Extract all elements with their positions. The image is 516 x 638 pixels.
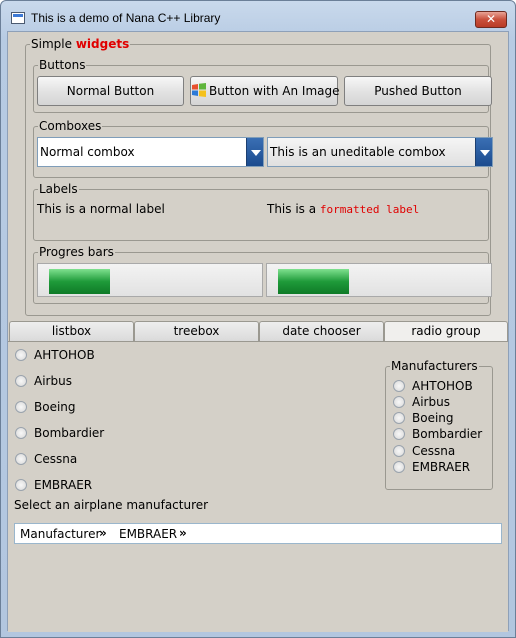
radio-button[interactable] (15, 453, 27, 465)
normal-label: This is a normal label (37, 202, 165, 216)
uneditable-combox[interactable]: This is an uneditable combox (267, 137, 493, 167)
formatted-label: This is a formatted label (267, 202, 420, 216)
comboxes-group-title: Comboxes (38, 119, 103, 133)
radio-label: Airbus (34, 374, 72, 388)
radio-button[interactable] (15, 479, 27, 491)
progress-fill-1 (49, 269, 110, 294)
progress-fill-2 (278, 269, 349, 294)
manufacturers-group: Manufacturers AHTOHOB Airbus Boeing Bomb… (385, 359, 493, 490)
radio-button[interactable] (15, 427, 27, 439)
progress-bars-group-title: Progres bars (38, 245, 115, 259)
radio-button[interactable] (393, 445, 405, 457)
radio-button[interactable] (15, 349, 27, 361)
radio-button[interactable] (393, 428, 405, 440)
app-window: This is a demo of Nana C++ Library ✕ Sim… (0, 0, 516, 638)
comboxes-group: Comboxes Normal combox This is an unedit… (33, 119, 493, 178)
breadcrumb-item-embraer[interactable]: EMBRAER (119, 527, 177, 541)
breadcrumb-separator-icon[interactable]: » (99, 526, 107, 540)
progress-bar-1 (37, 263, 263, 297)
tab-listbox[interactable]: listbox (9, 321, 134, 341)
uneditable-combox-text: This is an uneditable combox (270, 145, 446, 159)
radio-button[interactable] (15, 375, 27, 387)
chevron-down-icon[interactable] (246, 138, 263, 166)
radio-label: EMBRAER (412, 460, 471, 474)
progress-bars-group: Progres bars (33, 245, 492, 304)
tab-radio-group[interactable]: radio group (384, 321, 508, 341)
breadcrumb-item-manufacturer[interactable]: Manufacturer (20, 527, 100, 541)
radio-label: AHTOHOB (412, 379, 473, 393)
tab-date-chooser[interactable]: date chooser (259, 321, 384, 341)
radio-group-panel: AHTOHOB Airbus Boeing Bombardier Cessna … (8, 341, 508, 632)
tab-bar: listbox treebox date chooser radio group (8, 321, 508, 341)
progress-bar-2 (266, 263, 492, 297)
pushed-button[interactable]: Pushed Button (344, 76, 492, 106)
tab-treebox[interactable]: treebox (134, 321, 259, 341)
radio-label: Boeing (412, 411, 454, 425)
radio-label: Cessna (412, 444, 456, 458)
radio-label: Bombardier (412, 427, 483, 441)
select-prompt-label: Select an airplane manufacturer (14, 498, 209, 512)
radio-button[interactable] (393, 396, 405, 408)
radio-button[interactable] (393, 412, 405, 424)
app-icon (11, 12, 25, 24)
simple-widgets-title: Simple widgets (30, 37, 131, 51)
radio-label: EMBRAER (34, 478, 93, 492)
radio-button[interactable] (15, 401, 27, 413)
client-area: Simple widgets Buttons Normal Button But… (7, 31, 509, 632)
image-button[interactable]: Button with An Image (190, 76, 340, 106)
labels-group-title: Labels (38, 182, 79, 196)
normal-combox-text: Normal combox (40, 145, 135, 159)
breadcrumb-separator-icon[interactable]: » (179, 526, 187, 540)
close-button[interactable]: ✕ (475, 11, 507, 28)
radio-label: Airbus (412, 395, 450, 409)
radio-label: Boeing (34, 400, 76, 414)
breadcrumb: Manufacturer » EMBRAER » (14, 523, 502, 544)
buttons-group-title: Buttons (38, 58, 87, 72)
normal-combox[interactable]: Normal combox (37, 137, 264, 167)
radio-label: AHTOHOB (34, 348, 95, 362)
close-icon: ✕ (485, 12, 497, 26)
normal-button[interactable]: Normal Button (37, 76, 184, 106)
chevron-down-icon[interactable] (475, 138, 492, 166)
manufacturers-group-title: Manufacturers (390, 359, 479, 373)
buttons-group: Buttons Normal Button Button with An Ima… (33, 58, 492, 113)
title-bar[interactable]: This is a demo of Nana C++ Library ✕ (1, 1, 515, 31)
radio-button[interactable] (393, 380, 405, 392)
labels-group: Labels This is a normal label This is a … (33, 182, 489, 241)
windows-logo-icon (192, 83, 206, 97)
window-title: This is a demo of Nana C++ Library (31, 11, 221, 25)
radio-label: Cessna (34, 452, 78, 466)
simple-widgets-group: Simple widgets Buttons Normal Button But… (25, 37, 493, 316)
radio-button[interactable] (393, 461, 405, 473)
radio-label: Bombardier (34, 426, 105, 440)
